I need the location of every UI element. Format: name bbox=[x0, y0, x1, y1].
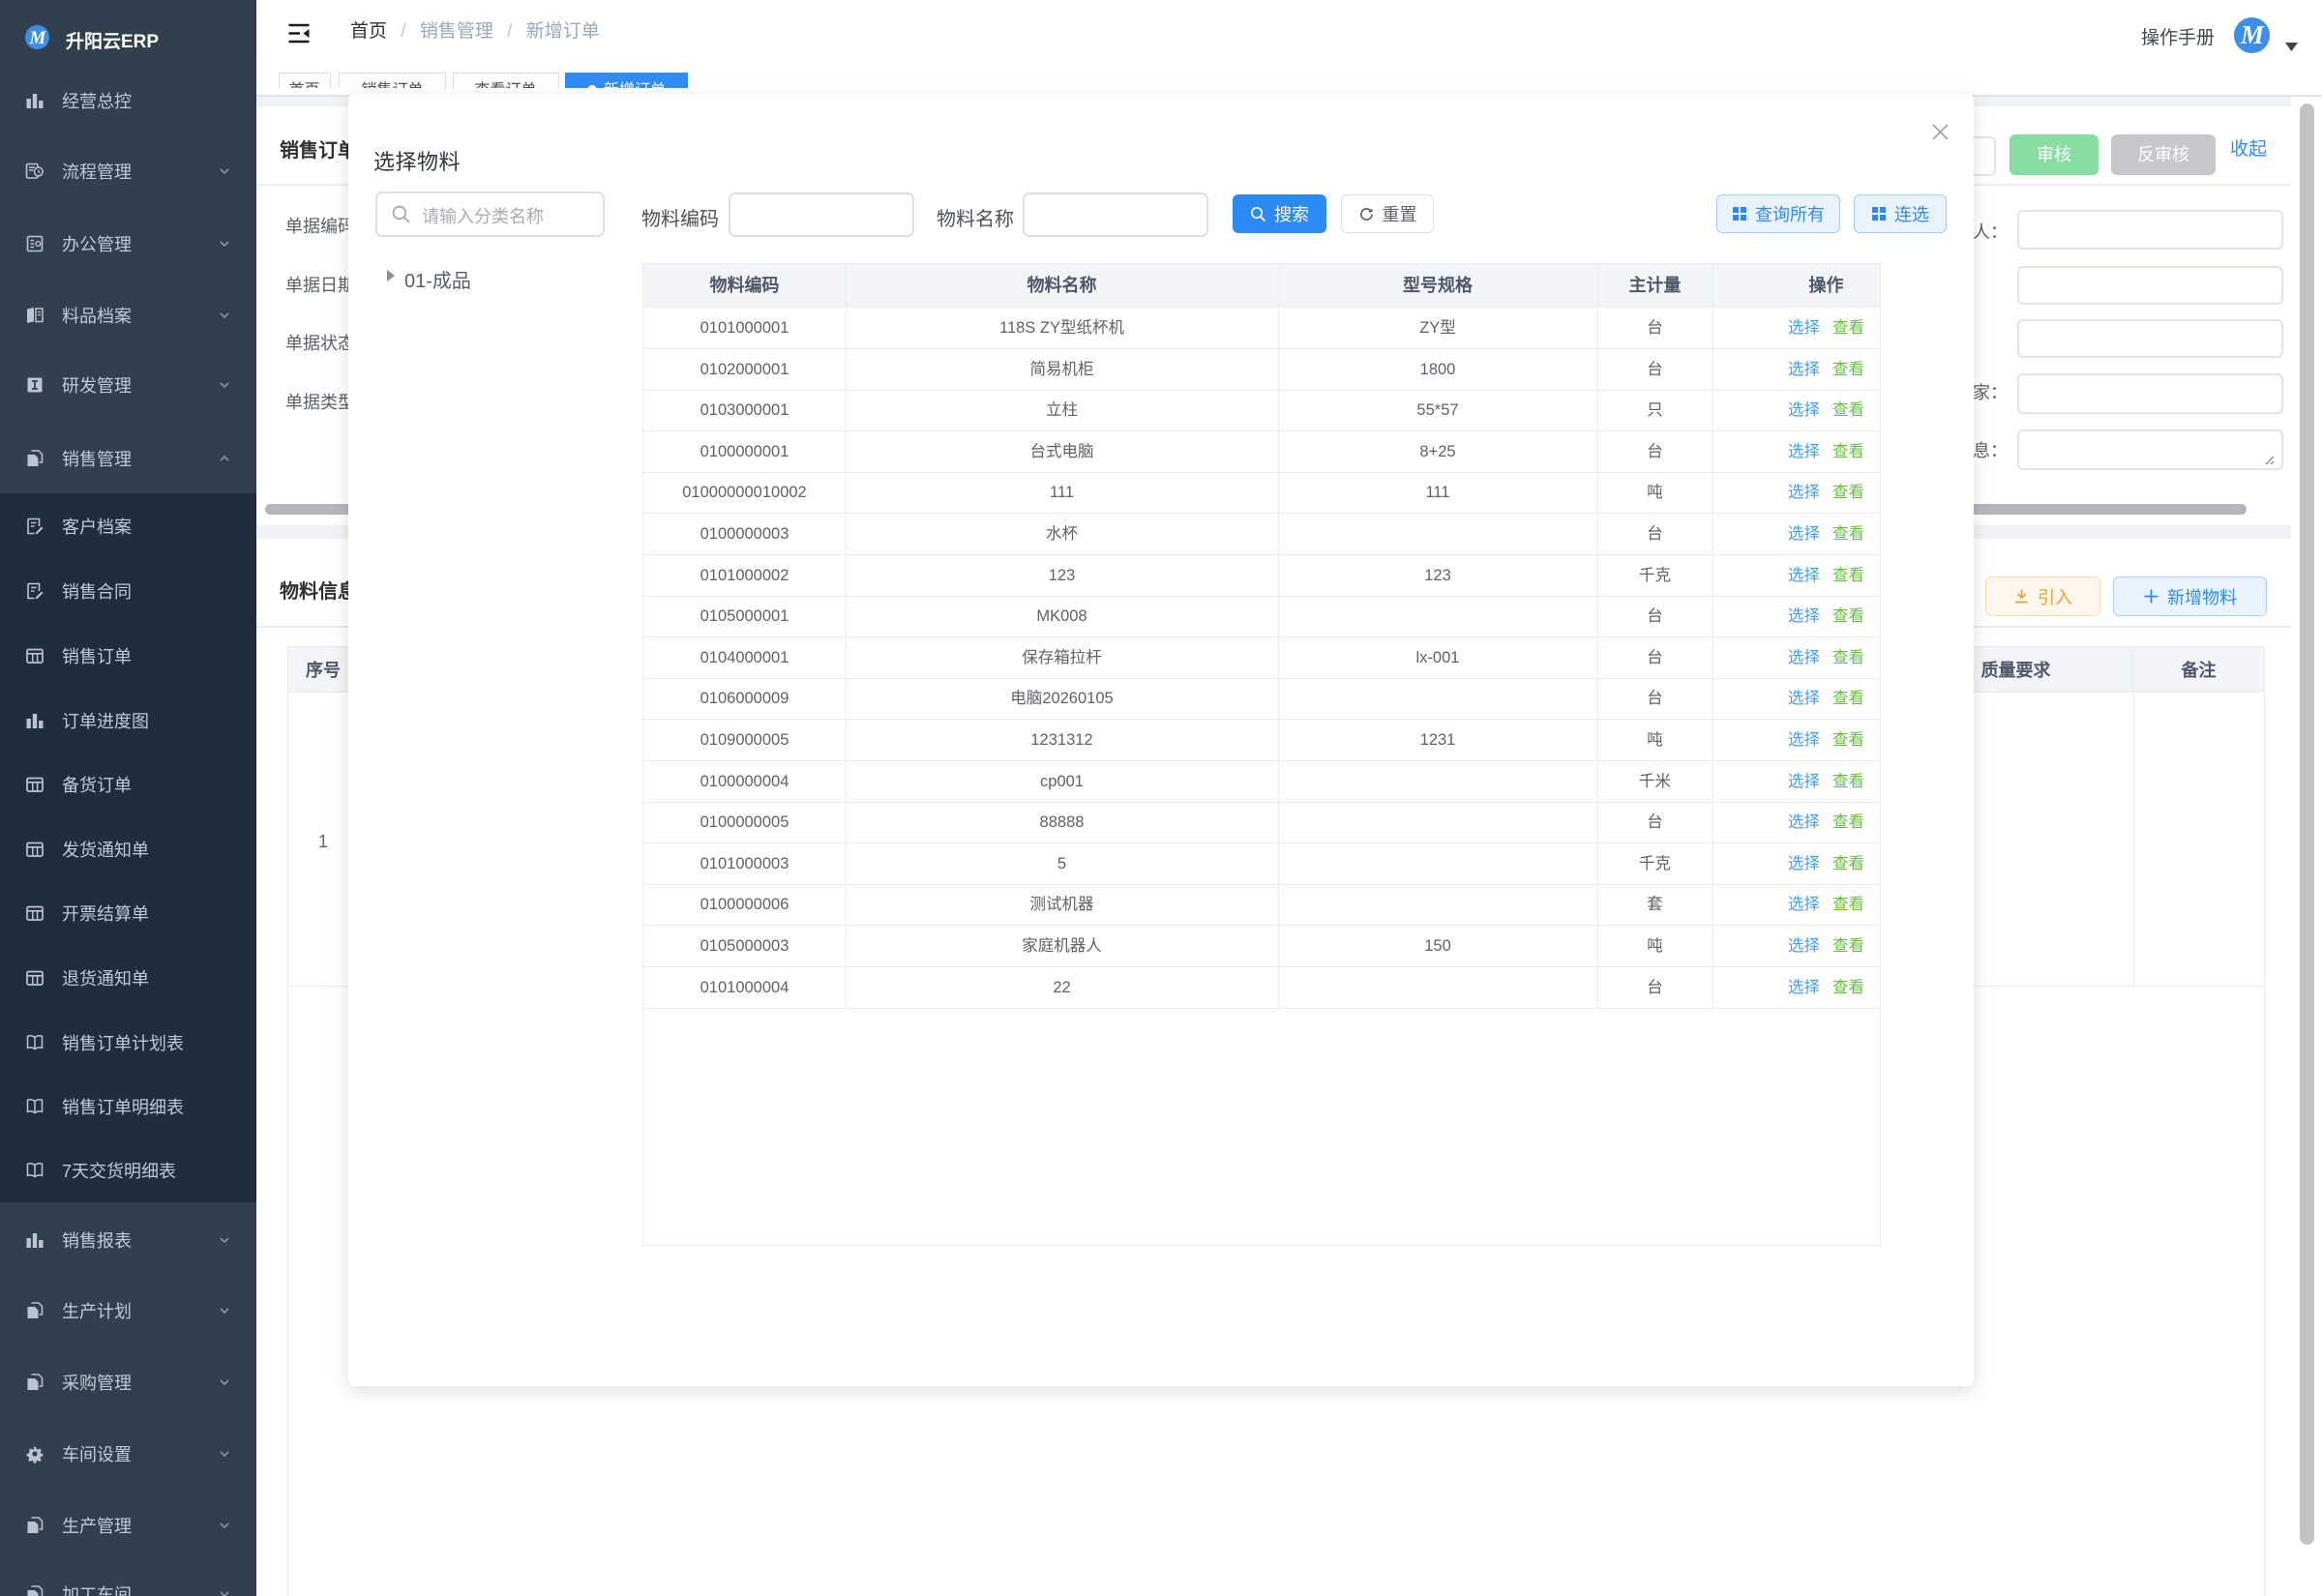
svg-text:M: M bbox=[29, 28, 47, 48]
svg-text:M: M bbox=[2240, 20, 2265, 49]
